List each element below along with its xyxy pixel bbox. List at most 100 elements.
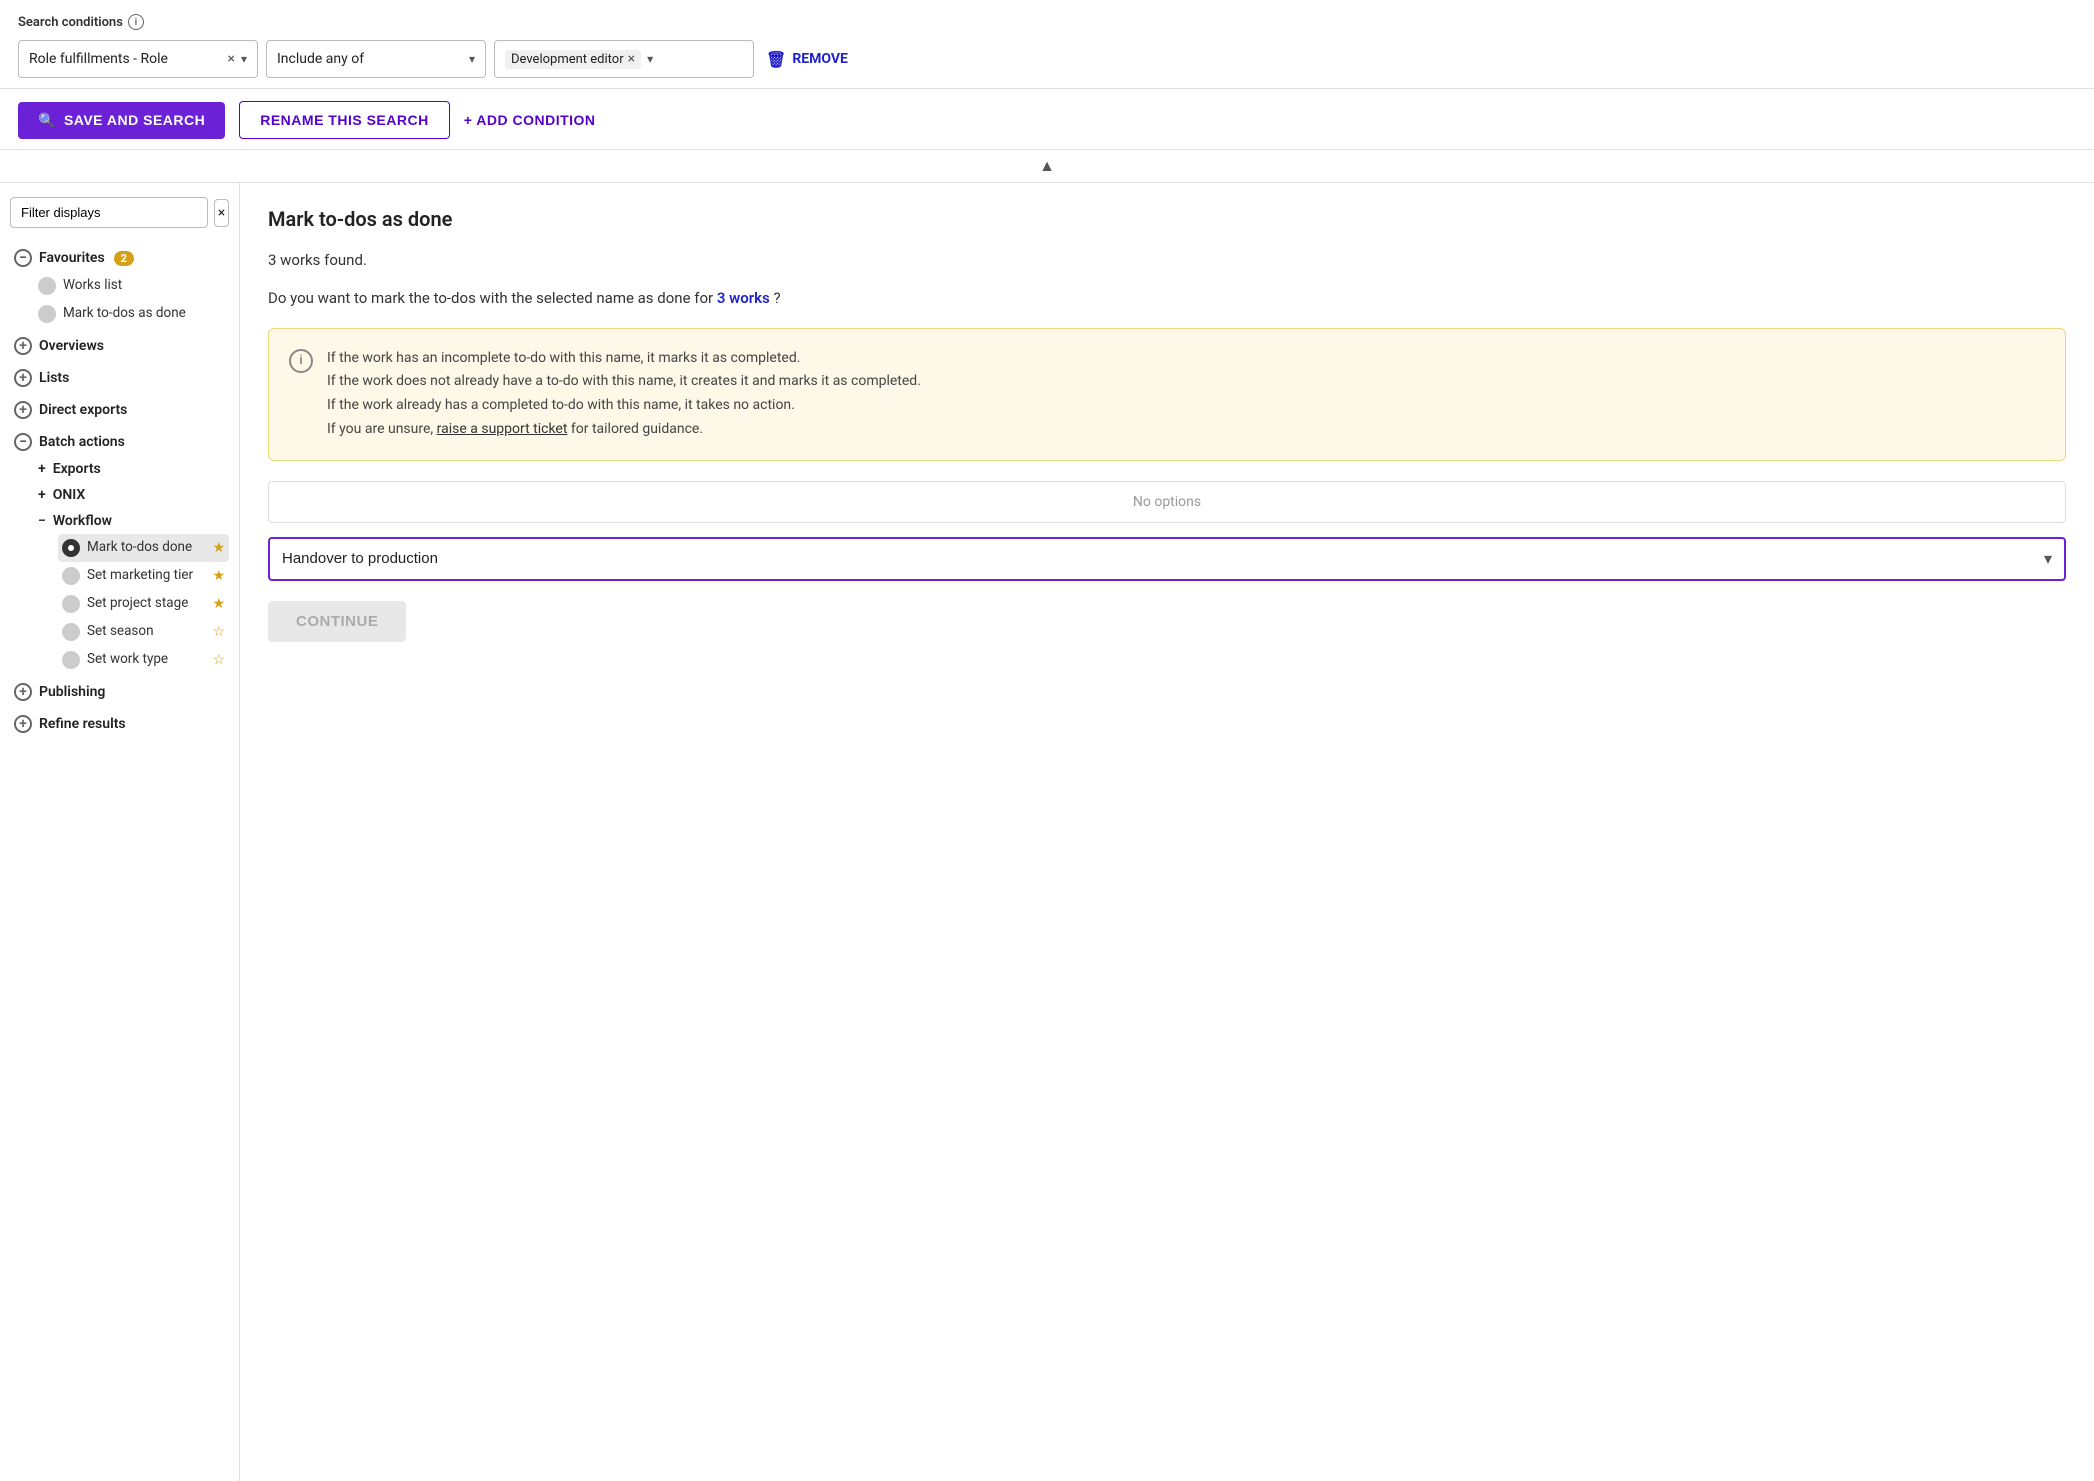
info-icon[interactable]: i [128, 14, 144, 30]
direct-exports-header[interactable]: + Direct exports [10, 396, 229, 424]
marketing-tier-star-icon[interactable]: ★ [212, 568, 225, 584]
condition1-select[interactable]: Role fulfillments - Role × ▾ [18, 40, 258, 78]
sidebar-section-favourites: − Favourites 2 Works list Mark to-dos as… [10, 244, 229, 328]
set-season-star-icon[interactable]: ☆ [212, 624, 225, 640]
condition3-tag: Development editor × [505, 50, 641, 69]
info-box: i If the work has an incomplete to-do wi… [268, 328, 2066, 461]
overviews-header[interactable]: + Overviews [10, 332, 229, 360]
save-search-label: SAVE AND SEARCH [64, 112, 205, 128]
action-buttons-row: 🔍 SAVE AND SEARCH RENAME THIS SEARCH + A… [0, 89, 2094, 150]
no-options-bar: No options [268, 481, 2066, 523]
condition2-value: Include any of [277, 51, 463, 67]
sidebar-item-set-project-stage[interactable]: Set project stage ★ [58, 590, 229, 618]
mark-todos-radio [38, 305, 56, 323]
remove-condition-btn[interactable]: 🗑 REMOVE [762, 50, 852, 69]
condition2-chevron[interactable]: ▾ [469, 52, 475, 66]
condition2-select[interactable]: Include any of ▾ [266, 40, 486, 78]
favourites-label: Favourites [39, 250, 105, 266]
sidebar-item-set-marketing-tier[interactable]: Set marketing tier ★ [58, 562, 229, 590]
refine-results-header[interactable]: + Refine results [10, 710, 229, 738]
dropdown-input-row[interactable]: ▾ [268, 537, 2066, 581]
condition3-tag-value: Development editor [511, 52, 624, 67]
info-box-icon: i [289, 349, 313, 373]
exports-label: Exports [53, 461, 101, 477]
sidebar-item-set-season[interactable]: Set season ☆ [58, 618, 229, 646]
lists-toggle-icon: + [14, 369, 32, 387]
dropdown-chevron-icon[interactable]: ▾ [2044, 549, 2052, 568]
works-list-radio [38, 277, 56, 295]
lists-header[interactable]: + Lists [10, 364, 229, 392]
trash-icon: 🗑 [766, 50, 786, 69]
refine-results-toggle-icon: + [14, 715, 32, 733]
marketing-tier-label: Set marketing tier [87, 567, 205, 585]
sidebar-section-publishing: + Publishing [10, 678, 229, 706]
filter-displays-row: × [10, 197, 229, 228]
question-text-end: ? [773, 289, 780, 307]
search-conditions-bar: Search conditions i Role fulfillments - … [0, 0, 2094, 89]
collapse-icon: ▲ [1039, 156, 1055, 176]
onix-sub-header[interactable]: + ONIX [34, 482, 229, 508]
condition1-value: Role fulfillments - Role [29, 51, 221, 67]
publishing-label: Publishing [39, 684, 105, 700]
add-condition-button[interactable]: + ADD CONDITION [464, 112, 596, 128]
favourites-toggle-icon: − [14, 249, 32, 267]
info-line-3: If the work already has a completed to-d… [327, 397, 795, 413]
sidebar-section-batch-actions: − Batch actions + Exports + ONIX − Workf… [10, 428, 229, 674]
marketing-tier-radio [62, 567, 80, 585]
search-conditions-label: Search conditions i [18, 14, 2076, 30]
condition3-chevron[interactable]: ▾ [647, 52, 653, 66]
batch-actions-toggle-icon: − [14, 433, 32, 451]
favourites-children: Works list Mark to-dos as done [10, 272, 229, 328]
batch-actions-children: + Exports + ONIX − Workflow Mar [10, 456, 229, 674]
project-stage-radio [62, 595, 80, 613]
search-btn-icon: 🔍 [38, 112, 56, 129]
sidebar-item-mark-todos-done[interactable]: Mark to-dos as done [34, 300, 229, 328]
exports-sub-header[interactable]: + Exports [34, 456, 229, 482]
no-options-text: No options [1133, 494, 1201, 510]
refine-results-label: Refine results [39, 716, 126, 732]
filter-clear-button[interactable]: × [214, 199, 229, 227]
sidebar-item-mark-todos-done-2[interactable]: Mark to-dos done ★ [58, 534, 229, 562]
set-work-type-label: Set work type [87, 651, 205, 669]
continue-button[interactable]: CONTINUE [268, 601, 406, 642]
support-ticket-link[interactable]: raise a support ticket [437, 421, 568, 437]
sidebar-section-direct-exports: + Direct exports [10, 396, 229, 424]
condition1-clear[interactable]: × [227, 52, 234, 66]
favourites-badge: 2 [114, 251, 134, 266]
sidebar-item-works-list[interactable]: Works list [34, 272, 229, 300]
save-and-search-button[interactable]: 🔍 SAVE AND SEARCH [18, 102, 225, 139]
condition3-select[interactable]: Development editor × ▾ [494, 40, 754, 78]
sidebar-section-refine-results: + Refine results [10, 710, 229, 738]
batch-actions-header[interactable]: − Batch actions [10, 428, 229, 456]
info-box-text: If the work has an incomplete to-do with… [327, 347, 921, 442]
info-line-4-before: If you are unsure, [327, 421, 437, 437]
works-link[interactable]: 3 works [717, 289, 770, 307]
condition3-clear[interactable]: × [628, 52, 635, 66]
publishing-header[interactable]: + Publishing [10, 678, 229, 706]
sidebar-item-set-work-type[interactable]: Set work type ☆ [58, 646, 229, 674]
set-work-type-star-icon[interactable]: ☆ [212, 652, 225, 668]
favourites-header[interactable]: − Favourites 2 [10, 244, 229, 272]
condition1-chevron[interactable]: ▾ [241, 52, 247, 66]
workflow-toggle-icon: − [38, 513, 46, 529]
sidebar-section-lists: + Lists [10, 364, 229, 392]
mark-todos-done-label: Mark to-dos done [87, 539, 205, 557]
rename-search-button[interactable]: RENAME THIS SEARCH [239, 101, 449, 139]
mark-todos-star-icon[interactable]: ★ [212, 540, 225, 556]
exports-toggle-icon: + [38, 461, 46, 477]
info-line-1: If the work has an incomplete to-do with… [327, 350, 800, 366]
project-stage-star-icon[interactable]: ★ [212, 596, 225, 612]
collapse-bar[interactable]: ▲ [0, 150, 2094, 183]
info-line-2: If the work does not already have a to-d… [327, 373, 921, 389]
mark-todos-label: Mark to-dos as done [63, 305, 225, 323]
sidebar: × − Favourites 2 Works list Mark to-dos … [0, 183, 240, 1481]
handover-input[interactable] [282, 550, 2044, 567]
filter-displays-input[interactable] [10, 197, 208, 228]
project-stage-label: Set project stage [87, 595, 205, 613]
set-work-type-radio [62, 651, 80, 669]
publishing-toggle-icon: + [14, 683, 32, 701]
remove-label: REMOVE [792, 51, 848, 67]
workflow-sub-header[interactable]: − Workflow [34, 508, 229, 534]
workflow-children: Mark to-dos done ★ Set marketing tier ★ … [34, 534, 229, 674]
set-season-label: Set season [87, 623, 205, 641]
